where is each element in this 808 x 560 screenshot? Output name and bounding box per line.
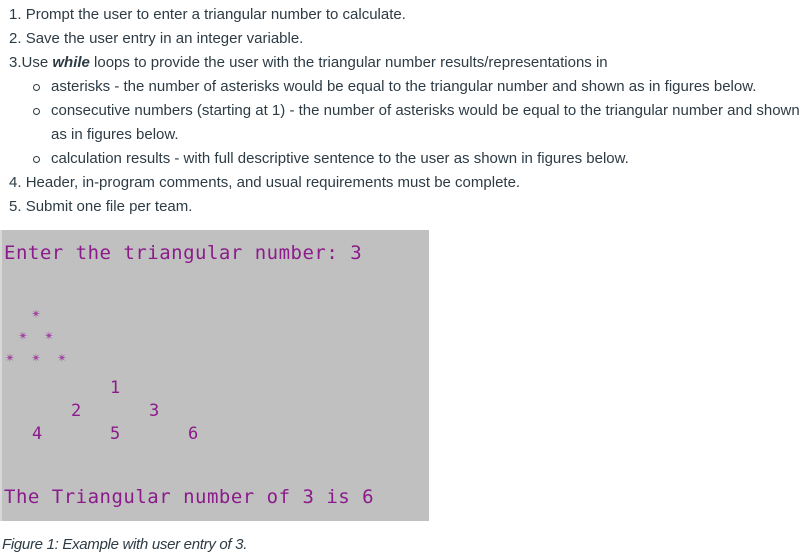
subitem-text: asterisks - the number of asterisks woul… bbox=[51, 78, 757, 95]
subitem-consecutive-numbers: consecutive numbers (starting at 1) - th… bbox=[0, 99, 808, 147]
subitem-calculation-results: calculation results - with full descript… bbox=[0, 147, 808, 171]
subitem-asterisks: asterisks - the number of asterisks woul… bbox=[0, 75, 808, 99]
step-number: 3. bbox=[9, 54, 22, 71]
step-text: Prompt the user to enter a triangular nu… bbox=[25, 6, 406, 23]
step-1: 1. Prompt the user to enter a triangular… bbox=[0, 3, 808, 27]
triangle-number: 4 bbox=[32, 424, 43, 444]
step-number: 4. bbox=[9, 174, 22, 191]
step-number: 2. bbox=[9, 30, 22, 47]
instruction-list: 1. Prompt the user to enter a triangular… bbox=[0, 3, 808, 219]
figure-caption: Figure 1: Example with user entry of 3. bbox=[2, 536, 248, 553]
console-prompt: Enter the triangular number: 3 bbox=[4, 242, 363, 264]
asterisk-star-icon: ✴ bbox=[18, 329, 29, 343]
step-4: 4. Header, in-program comments, and usua… bbox=[0, 171, 808, 195]
triangle-number: 3 bbox=[149, 401, 160, 421]
circle-bullet-icon bbox=[33, 84, 40, 91]
step-text-after: loops to provide the user with the trian… bbox=[89, 54, 608, 71]
step-emphasis: while bbox=[52, 54, 90, 71]
step-text: Header, in-program comments, and usual r… bbox=[25, 174, 521, 191]
triangle-number: 1 bbox=[110, 378, 121, 398]
triangle-number: 2 bbox=[71, 401, 82, 421]
asterisk-star-icon: ✴ bbox=[44, 329, 55, 343]
step-5: 5. Submit one file per team. bbox=[0, 195, 808, 219]
console-result: The Triangular number of 3 is 6 bbox=[4, 486, 375, 508]
asterisk-star-icon: ✴ bbox=[57, 351, 68, 365]
asterisk-star-icon: ✴ bbox=[5, 351, 16, 365]
triangle-number: 6 bbox=[188, 424, 199, 444]
asterisk-star-icon: ✴ bbox=[31, 351, 42, 365]
subitem-text: consecutive numbers (starting at 1) - th… bbox=[51, 102, 800, 143]
subitem-text: calculation results - with full descript… bbox=[51, 150, 629, 167]
circle-bullet-icon bbox=[33, 156, 40, 163]
step-text: Save the user entry in an integer variab… bbox=[25, 30, 304, 47]
step-number: 5. bbox=[9, 198, 22, 215]
step-text-before: Use bbox=[21, 54, 53, 71]
step-3: 3.Use while loops to provide the user wi… bbox=[0, 51, 808, 75]
asterisk-star-icon: ✴ bbox=[31, 307, 42, 321]
step-number: 1. bbox=[9, 6, 22, 23]
circle-bullet-icon bbox=[33, 108, 40, 115]
console-output-screenshot: Enter the triangular number: 3 ✴ ✴ ✴ ✴ ✴ ✴ 12… bbox=[0, 230, 429, 521]
step-text: Submit one file per team. bbox=[25, 198, 193, 215]
triangle-number: 5 bbox=[110, 424, 121, 444]
step-2: 2. Save the user entry in an integer var… bbox=[0, 27, 808, 51]
